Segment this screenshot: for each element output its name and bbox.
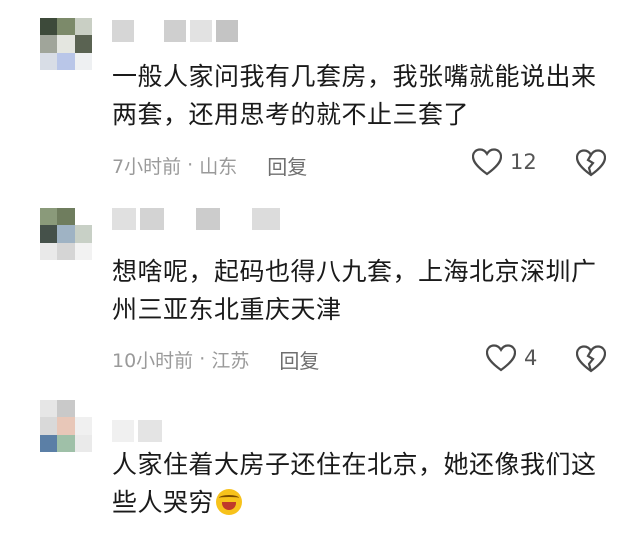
broken-heart-icon	[575, 345, 607, 373]
reply-button[interactable]: 回复	[267, 151, 307, 180]
like-button[interactable]: 12	[472, 148, 537, 176]
comment-location: 江苏	[211, 349, 250, 372]
laughing-crying-emoji	[216, 489, 243, 515]
comment-meta: 7小时前 · 山东 回复	[112, 151, 307, 180]
username-blurred[interactable]	[112, 208, 280, 230]
dislike-button[interactable]	[575, 149, 607, 181]
comment-time: 10小时前	[112, 349, 194, 372]
avatar[interactable]	[40, 400, 92, 452]
comment-time: 7小时前	[112, 155, 182, 178]
like-count: 12	[510, 150, 537, 174]
comment-location: 山东	[199, 155, 238, 178]
heart-outline-icon	[472, 148, 502, 176]
like-count: 4	[524, 346, 538, 370]
reply-button[interactable]: 回复	[279, 345, 319, 374]
broken-heart-icon	[575, 149, 607, 177]
comment-text: 想啥呢，起码也得八九套，上海北京深圳广州三亚东北重庆天津	[112, 257, 597, 324]
dislike-button[interactable]	[575, 345, 607, 377]
comment-meta: 10小时前 · 江苏 回复	[112, 345, 319, 374]
avatar[interactable]	[40, 18, 92, 70]
username-blurred[interactable]	[112, 420, 162, 442]
like-button[interactable]: 4	[486, 344, 537, 372]
comment-text: 一般人家问我有几套房，我张嘴就能说出来两套，还用思考的就不止三套了	[112, 62, 597, 129]
comment-text: 人家住着大房子还住在北京，她还像我们这些人哭穷	[112, 450, 597, 517]
heart-outline-icon	[486, 344, 516, 372]
avatar[interactable]	[40, 208, 92, 260]
username-blurred[interactable]	[112, 20, 238, 42]
